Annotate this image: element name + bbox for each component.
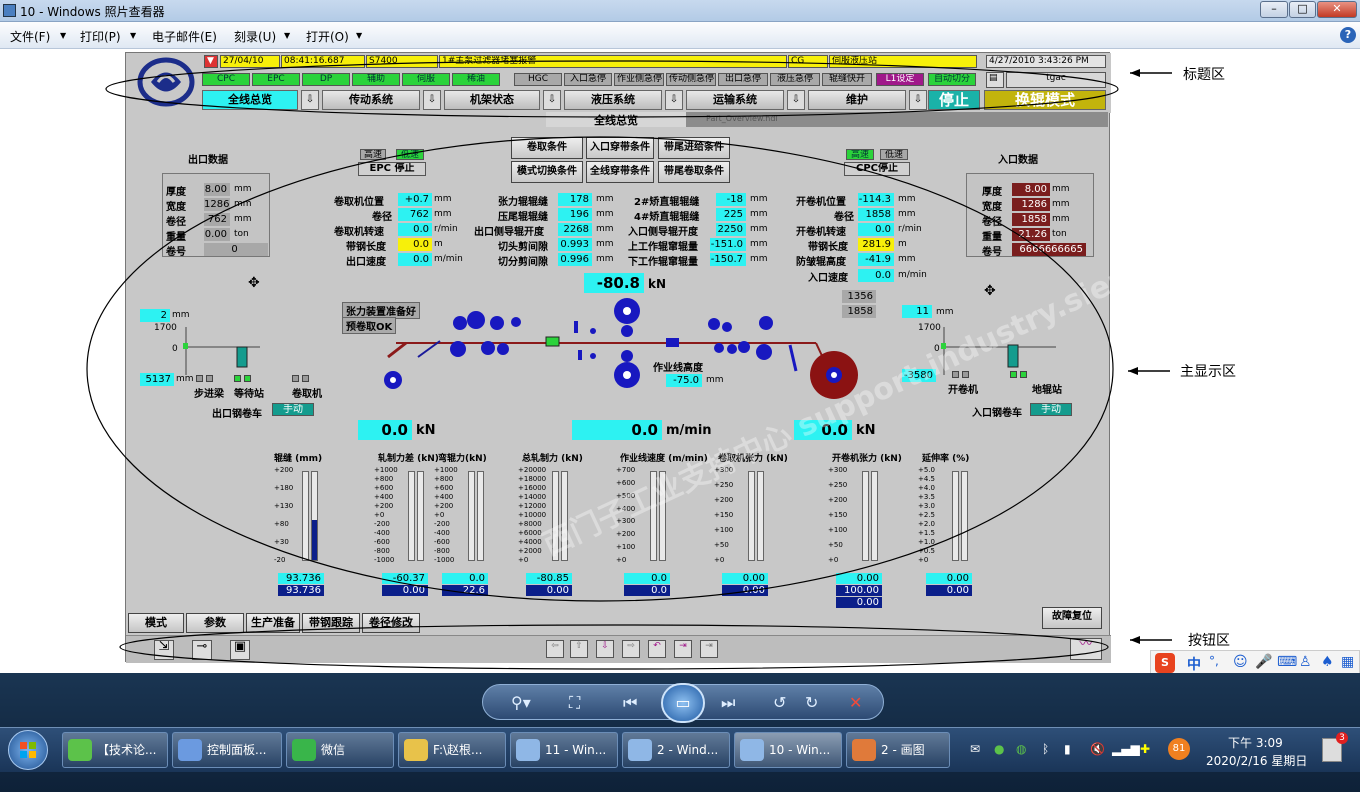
sogou-icon[interactable]: S <box>1155 653 1175 673</box>
app-icon <box>3 4 16 17</box>
button-region-ellipse <box>119 624 1109 670</box>
taskbar-item[interactable]: F:\赵根... <box>398 732 506 768</box>
window-title: 10 - Windows 照片查看器 <box>20 5 165 19</box>
maximize-button[interactable]: □ <box>1289 1 1316 18</box>
mic-icon[interactable]: 🎤 <box>1255 654 1272 670</box>
taskbar-item[interactable]: 微信 <box>286 732 394 768</box>
main-region-annotation: 主显示区 <box>1180 364 1236 380</box>
keyboard-icon[interactable]: ⌨ <box>1277 654 1297 670</box>
taskbar-item[interactable]: 2 - 画图 <box>846 732 950 768</box>
taskbar-item[interactable]: 【技术论... <box>62 732 168 768</box>
start-button[interactable] <box>8 730 48 770</box>
ime-punct-toggle[interactable]: °, <box>1209 654 1219 668</box>
menu-print[interactable]: 打印(P) <box>80 28 121 45</box>
title-region-annotation: 标题区 <box>1183 67 1225 83</box>
chevron-down-icon: ▼ <box>284 31 291 40</box>
skin-icon[interactable]: ♠ <box>1321 654 1334 670</box>
previous-icon[interactable]: ⏮ <box>623 693 637 713</box>
main-region-ellipse <box>86 136 1114 602</box>
clock-time[interactable]: 下午 3:09 <box>1228 734 1283 751</box>
taskbar-item[interactable]: 2 - Wind... <box>622 732 730 768</box>
windows-taskbar: 【技术论... 控制面板... 微信 F:\赵根... 11 - Win... … <box>0 727 1360 772</box>
delete-icon[interactable]: ✕ <box>849 693 862 712</box>
help-icon[interactable]: ? <box>1340 27 1356 43</box>
next-icon[interactable]: ⏭ <box>721 693 735 713</box>
slideshow-button[interactable]: ▭ <box>661 683 705 723</box>
close-button[interactable]: ✕ <box>1317 1 1357 18</box>
menu-open[interactable]: 打开(O) <box>306 28 349 45</box>
tray-icon[interactable]: ● <box>994 742 1004 756</box>
grid-icon[interactable]: ▦ <box>1341 654 1354 670</box>
minimize-button[interactable]: – <box>1260 1 1288 18</box>
viewer-controls: ⚲▾ ⛶ ⏮ ▭ ⏭ ↺ ↻ ✕ <box>482 683 884 723</box>
taskbar-item-active[interactable]: 10 - Win... <box>734 732 842 768</box>
rotate-ccw-icon[interactable]: ↺ <box>773 693 786 712</box>
chevron-down-icon: ▼ <box>60 31 67 40</box>
battery-indicator[interactable]: 81 <box>1168 738 1190 760</box>
menu-burn[interactable]: 刻录(U) <box>234 28 276 45</box>
ime-chinese-toggle[interactable]: 中 <box>1187 654 1201 674</box>
title-region-ellipse <box>105 60 1119 118</box>
taskbar-item[interactable]: 11 - Win... <box>510 732 618 768</box>
annotation-overlay <box>86 60 1172 670</box>
network-icon[interactable]: ▂▄▆ <box>1112 742 1140 756</box>
notification-badge: 3 <box>1336 732 1348 744</box>
wechat-tray-icon[interactable]: ◍ <box>1016 742 1026 756</box>
volume-muted-icon[interactable]: 🔇 <box>1090 742 1105 756</box>
bluetooth-icon[interactable]: ᛒ <box>1042 742 1049 756</box>
ime-toolbar: S 中 °, ☺ 🎤 ⌨ ♙ ♠ ▦ <box>1150 650 1360 674</box>
emoji-icon[interactable]: ☺ <box>1233 654 1248 670</box>
clock-date[interactable]: 2020/2/16 星期日 <box>1206 752 1307 769</box>
user-icon[interactable]: ♙ <box>1299 654 1312 670</box>
tray-icon[interactable]: ✚ <box>1140 742 1150 756</box>
chevron-down-icon: ▼ <box>356 31 363 40</box>
button-region-annotation: 按钮区 <box>1188 633 1230 649</box>
taskbar-item[interactable]: 控制面板... <box>172 732 282 768</box>
tray-icon[interactable]: ✉ <box>970 742 980 756</box>
window-titlebar: 10 - Windows 照片查看器 – □ ✕ <box>0 0 1360 22</box>
zoom-icon[interactable]: ⚲▾ <box>511 693 531 712</box>
fit-window-icon[interactable]: ⛶ <box>569 693 580 713</box>
device-icon[interactable]: ▮ <box>1064 742 1071 756</box>
menu-file[interactable]: 文件(F) <box>10 28 50 45</box>
rotate-cw-icon[interactable]: ↻ <box>805 693 818 712</box>
chevron-down-icon: ▼ <box>130 31 137 40</box>
menu-bar: 文件(F) ▼ 打印(P) ▼ 电子邮件(E) 刻录(U) ▼ 打开(O) ▼ … <box>0 22 1360 49</box>
menu-email[interactable]: 电子邮件(E) <box>152 28 217 45</box>
